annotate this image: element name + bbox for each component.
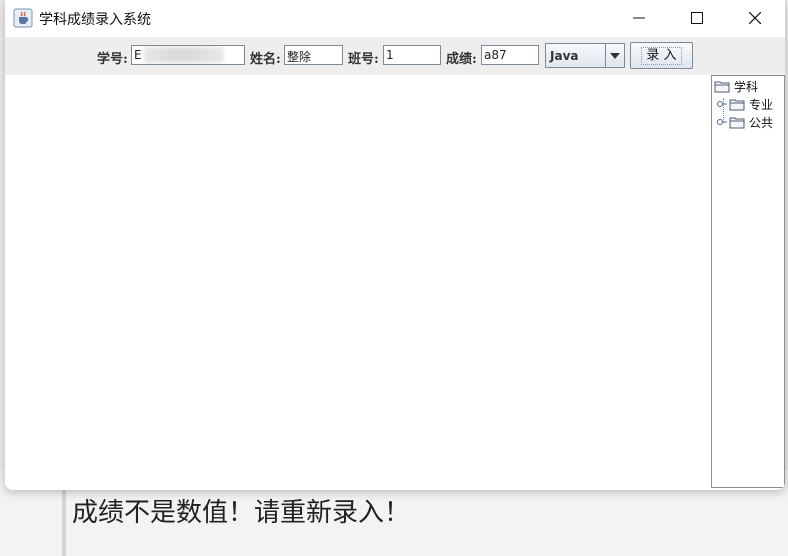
tree-expand-handle-icon[interactable] [717,117,727,127]
submit-button[interactable]: 录 入 [630,42,693,69]
tree-node-major-label: 专业 [749,97,774,112]
score-label: 成绩: [446,52,477,67]
student-id-value: E [134,48,142,62]
tree-node-major[interactable]: 专业 [717,96,773,112]
subject-selected-value: Java [550,49,579,63]
tree-node-root-label: 学科 [734,79,759,94]
name-label: 姓名: [250,52,281,67]
class-input[interactable]: 1 [383,45,441,65]
background-divider [62,488,66,556]
error-message: 成绩不是数值！请重新录入！ [72,498,411,528]
subject-tree[interactable]: 学科 专业 公共 [711,75,785,488]
folder-icon [729,99,745,110]
folder-open-icon [714,81,730,92]
subject-select[interactable]: Java [545,43,625,68]
folder-icon [729,117,745,128]
content-area [5,75,711,490]
minimize-button[interactable] [613,0,665,36]
app-window: 学科成绩录入系统 学号: E 姓名: 整除 班号: 1 成绩: a87 Java [5,0,785,490]
redacted-blur [144,47,224,63]
maximize-button[interactable] [671,0,723,36]
tree-node-public[interactable]: 公共 [717,114,773,130]
tree-node-root[interactable]: 学科 [714,78,758,94]
title-bar[interactable]: 学科成绩录入系统 [5,0,785,36]
input-toolbar: 学号: E 姓名: 整除 班号: 1 成绩: a87 Java 录 入 [5,37,785,75]
class-label: 班号: [348,52,379,67]
close-icon [749,12,761,24]
maximize-icon [691,12,703,24]
close-button[interactable] [729,0,781,36]
score-input[interactable]: a87 [481,45,539,65]
minimize-icon [633,17,645,19]
java-cup-icon [13,8,33,28]
submit-button-label: 录 入 [641,46,682,65]
tree-node-public-label: 公共 [749,115,774,130]
tree-expand-handle-icon[interactable] [717,99,727,109]
window-title: 学科成绩录入系统 [39,12,151,28]
name-input[interactable]: 整除 [284,45,343,65]
student-id-input[interactable]: E [131,45,245,65]
student-id-label: 学号: [97,52,128,67]
chevron-down-icon[interactable] [605,44,624,67]
